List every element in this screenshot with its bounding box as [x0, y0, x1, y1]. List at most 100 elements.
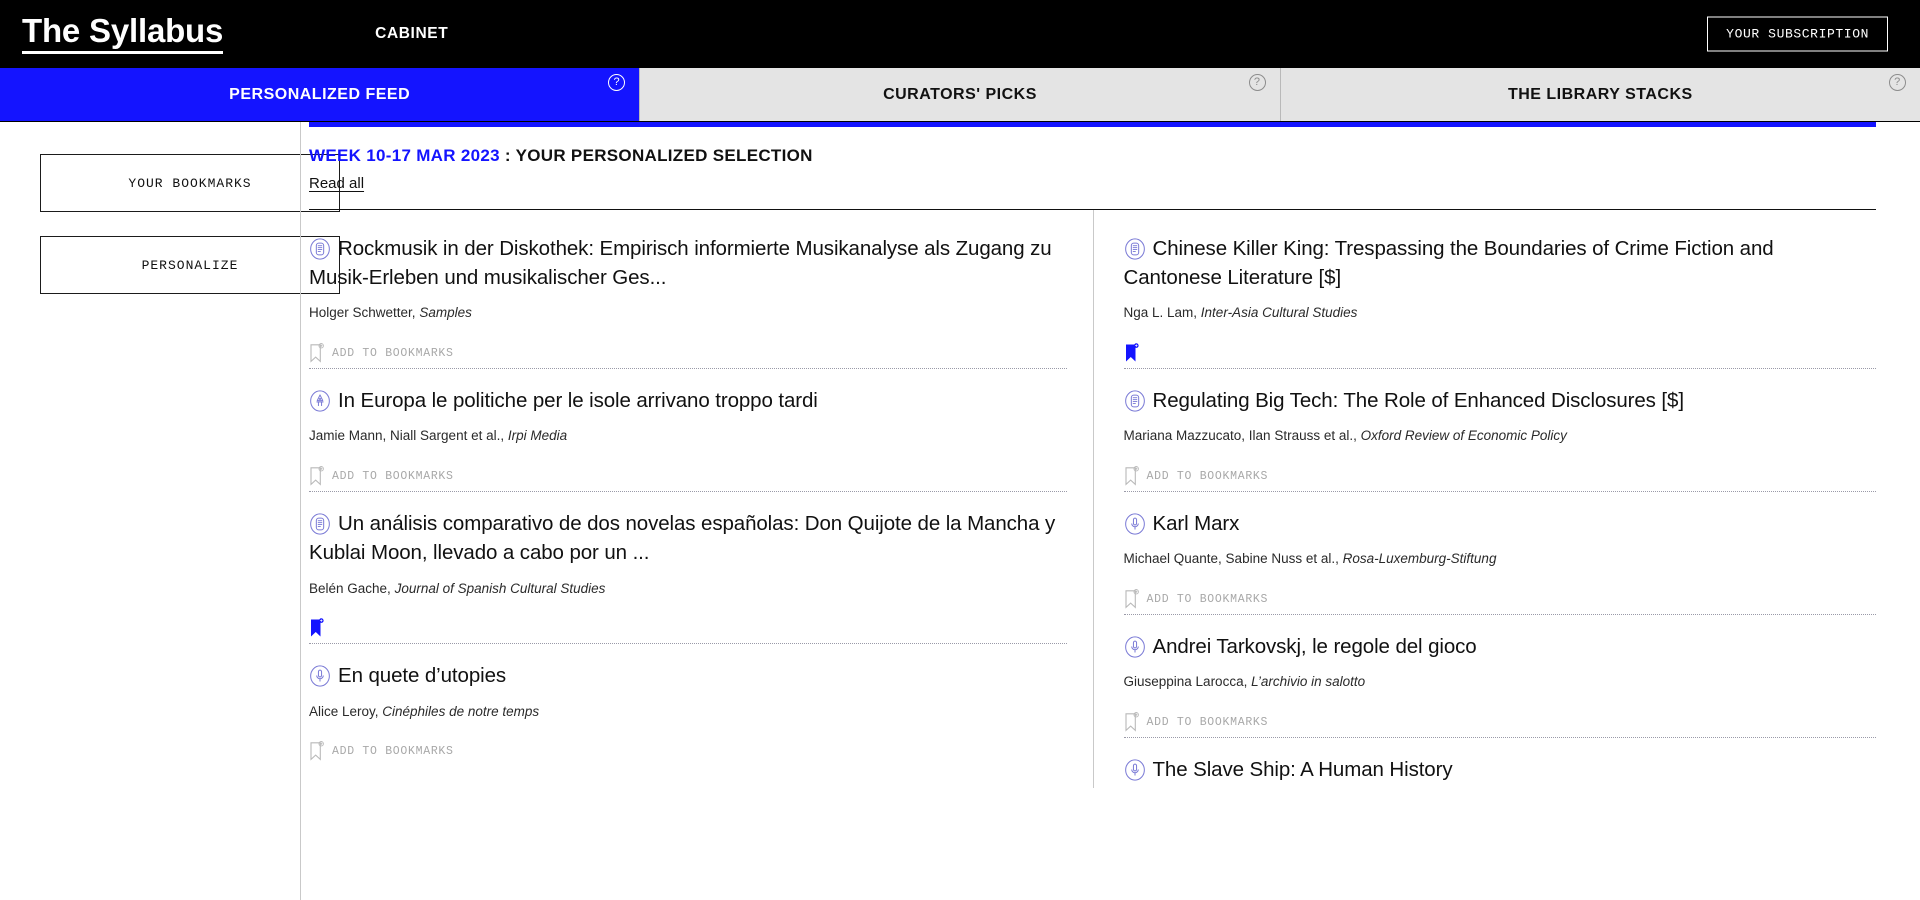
- feed-item: Karl Marx Michael Quante, Sabine Nuss et …: [1123, 491, 1877, 614]
- feed-item: Rockmusik in der Diskothek: Empirisch in…: [309, 224, 1067, 368]
- bookmark-outline-icon: [1124, 588, 1140, 610]
- feed-item: En quete d’utopies Alice Leroy, Cinéphile…: [309, 643, 1067, 766]
- read-all-link[interactable]: Read all: [309, 175, 364, 192]
- feed-item-title[interactable]: En quete d’utopies: [309, 661, 1067, 690]
- feed-item-title-text: Un análisis comparativo de dos novelas e…: [309, 512, 1056, 565]
- feed-item-publication: Irpi Media: [507, 428, 568, 444]
- microphone-icon: [1124, 513, 1146, 535]
- bookmark-filled-icon: [309, 618, 325, 639]
- add-to-bookmarks-button[interactable]: ADD TO BOOKMARKS: [1124, 711, 1877, 733]
- feed-item-authors: Nga L. Lam,: [1123, 305, 1201, 321]
- feed-item-meta: Nga L. Lam, Inter-Asia Cultural Studies: [1124, 304, 1877, 323]
- feed-item-publication: Cinéphiles de notre temps: [382, 703, 540, 719]
- feed-item-meta: Michael Quante, Sabine Nuss et al., Rosa…: [1124, 550, 1877, 569]
- add-to-bookmarks-button[interactable]: ADD TO BOOKMARKS: [309, 465, 1067, 487]
- feed-item-meta: Giuseppina Larocca, L’archivio in salott…: [1124, 673, 1877, 692]
- feed-item-title[interactable]: In Europa le politiche per le isole arri…: [309, 386, 1067, 415]
- microphone-icon: [1124, 636, 1146, 658]
- main-tabbar: PERSONALIZED FEED? CURATORS' PICKS? THE LI…: [0, 68, 1920, 122]
- tab-label: CURATORS' PICKS: [883, 85, 1037, 103]
- feed-item-authors: Mariana Mazzucato, Ilan Strauss et al.,: [1123, 428, 1361, 444]
- help-icon[interactable]: ?: [608, 74, 626, 91]
- your-subscription-button[interactable]: YOUR SUBSCRIPTION: [1707, 16, 1888, 52]
- sidebar-item-personalize[interactable]: PERSONALIZE: [40, 236, 340, 294]
- feed-week-label: WEEK 10-17 MAR 2023: [309, 146, 500, 165]
- cabinet-label[interactable]: CABINET: [375, 25, 448, 43]
- document-icon: [309, 238, 331, 260]
- feed-item-authors: Jamie Mann, Niall Sargent et al.,: [309, 428, 508, 444]
- feed-item-authors: Alice Leroy,: [309, 703, 383, 719]
- add-to-bookmarks-label: ADD TO BOOKMARKS: [1146, 715, 1269, 729]
- top-header-bar: The Syllabus CABINET YOUR SUBSCRIPTION: [0, 0, 1920, 68]
- bookmark-filled-icon: [1124, 343, 1140, 364]
- feed-item-authors: Michael Quante, Sabine Nuss et al.,: [1123, 551, 1343, 567]
- feed-item-authors: Belén Gache,: [309, 580, 395, 596]
- feed-column-1: Rockmusik in der Diskothek: Empirisch in…: [309, 210, 1093, 788]
- feed-item-title[interactable]: Rockmusik in der Diskothek: Empirisch in…: [309, 234, 1067, 292]
- feed-item-title[interactable]: Karl Marx: [1124, 509, 1877, 538]
- microphone-icon: [1124, 759, 1146, 781]
- feed-item-publication: Oxford Review of Economic Policy: [1360, 428, 1567, 444]
- add-to-bookmarks-button[interactable]: ADD TO BOOKMARKS: [309, 342, 1067, 364]
- feed-item-meta: Mariana Mazzucato, Ilan Strauss et al., …: [1124, 427, 1877, 446]
- add-to-bookmarks-button[interactable]: ADD TO BOOKMARKS: [309, 740, 1067, 762]
- tab-curators-picks[interactable]: CURATORS' PICKS?: [640, 68, 1281, 121]
- add-to-bookmarks-button[interactable]: ADD TO BOOKMARKS: [1124, 588, 1877, 610]
- feed-item-meta: Jamie Mann, Niall Sargent et al., Irpi M…: [309, 427, 1067, 446]
- feed-item: Andrei Tarkovskj, le regole del gioco Giu…: [1123, 614, 1877, 737]
- document-icon: [1124, 390, 1146, 412]
- feed-item-publication: Rosa-Luxemburg-Stiftung: [1342, 551, 1497, 567]
- feed-columns: Rockmusik in der Diskothek: Empirisch in…: [309, 210, 1877, 789]
- add-to-bookmarks-label: ADD TO BOOKMARKS: [332, 469, 454, 483]
- feed-item-publication: Journal of Spanish Cultural Studies: [394, 580, 606, 596]
- sidebar: YOUR BOOKMARKS PERSONALIZE: [0, 122, 340, 900]
- tab-personalized-feed[interactable]: PERSONALIZED FEED?: [0, 68, 641, 121]
- site-logo[interactable]: The Syllabus: [22, 14, 223, 54]
- help-icon[interactable]: ?: [1248, 74, 1266, 91]
- feed-item-title[interactable]: Regulating Big Tech: The Role of Enhance…: [1124, 386, 1877, 415]
- feed-item: Un análisis comparativo de dos novelas e…: [309, 491, 1067, 643]
- feed-item-meta: Holger Schwetter, Samples: [309, 304, 1067, 323]
- bookmarked-indicator[interactable]: [1124, 342, 1877, 364]
- feed-panel: WEEK 10-17 MAR 2023 : YOUR PERSONALIZED …: [309, 122, 1877, 789]
- add-to-bookmarks-label: ADD TO BOOKMARKS: [332, 346, 454, 360]
- feed-item-title[interactable]: The Slave Ship: A Human History: [1124, 755, 1877, 784]
- feed-item-title[interactable]: Un análisis comparativo de dos novelas e…: [309, 509, 1067, 567]
- microphone-icon: [309, 665, 331, 688]
- bookmark-outline-icon: [309, 342, 325, 364]
- page-body: YOUR BOOKMARKS PERSONALIZE WEEK 10-17 MAR…: [0, 122, 1920, 900]
- tab-label: PERSONALIZED FEED: [229, 85, 411, 103]
- add-to-bookmarks-label: ADD TO BOOKMARKS: [1146, 592, 1269, 606]
- feed-item-authors: Holger Schwetter,: [309, 305, 420, 321]
- feed-item-title-text: The Slave Ship: A Human History: [1152, 758, 1453, 782]
- add-to-bookmarks-label: ADD TO BOOKMARKS: [1146, 469, 1269, 483]
- feed-item-publication: Inter-Asia Cultural Studies: [1200, 305, 1358, 321]
- tab-the-library-stacks[interactable]: THE LIBRARY STACKS?: [1280, 68, 1920, 121]
- add-to-bookmarks-label: ADD TO BOOKMARKS: [332, 744, 454, 758]
- tab-label: THE LIBRARY STACKS: [1507, 85, 1693, 103]
- bookmark-outline-icon: [1124, 465, 1140, 487]
- document-icon: [1124, 238, 1146, 260]
- feed-item-publication: Samples: [419, 305, 472, 321]
- feed-item-meta: Alice Leroy, Cinéphiles de notre temps: [309, 703, 1067, 722]
- feed-item-title-text: Rockmusik in der Diskothek: Empirisch in…: [309, 237, 1052, 290]
- feed-item-title-text: Karl Marx: [1152, 512, 1240, 536]
- feed-item-title[interactable]: Chinese Killer King: Trespassing the Bou…: [1124, 234, 1877, 292]
- feed-item-title-text: In Europa le politiche per le isole arri…: [338, 389, 818, 413]
- document-icon: [309, 513, 331, 535]
- feed-item: In Europa le politiche per le isole arri…: [309, 368, 1067, 491]
- feed-item-title-text: En quete d’utopies: [338, 664, 507, 688]
- feed-item-title-text: Chinese Killer King: Trespassing the Bou…: [1123, 237, 1774, 290]
- feed-item: Chinese Killer King: Trespassing the Bou…: [1124, 224, 1877, 368]
- feed-item-title-text: Andrei Tarkovskj, le regole del gioco: [1152, 635, 1477, 659]
- bookmark-outline-icon: [309, 465, 325, 487]
- help-icon[interactable]: ?: [1888, 74, 1906, 91]
- feed-item: Regulating Big Tech: The Role of Enhance…: [1123, 368, 1877, 491]
- add-to-bookmarks-button[interactable]: ADD TO BOOKMARKS: [1124, 465, 1877, 487]
- bookmarked-indicator[interactable]: [309, 617, 1067, 639]
- feed-item-title[interactable]: Andrei Tarkovskj, le regole del gioco: [1124, 632, 1877, 661]
- feed-heading: WEEK 10-17 MAR 2023 : YOUR PERSONALIZED …: [309, 145, 1876, 166]
- feed-item-meta: Belén Gache, Journal of Spanish Cultural…: [309, 580, 1067, 599]
- sidebar-item-your-bookmarks[interactable]: YOUR BOOKMARKS: [40, 154, 340, 212]
- bookmark-outline-icon: [309, 741, 325, 762]
